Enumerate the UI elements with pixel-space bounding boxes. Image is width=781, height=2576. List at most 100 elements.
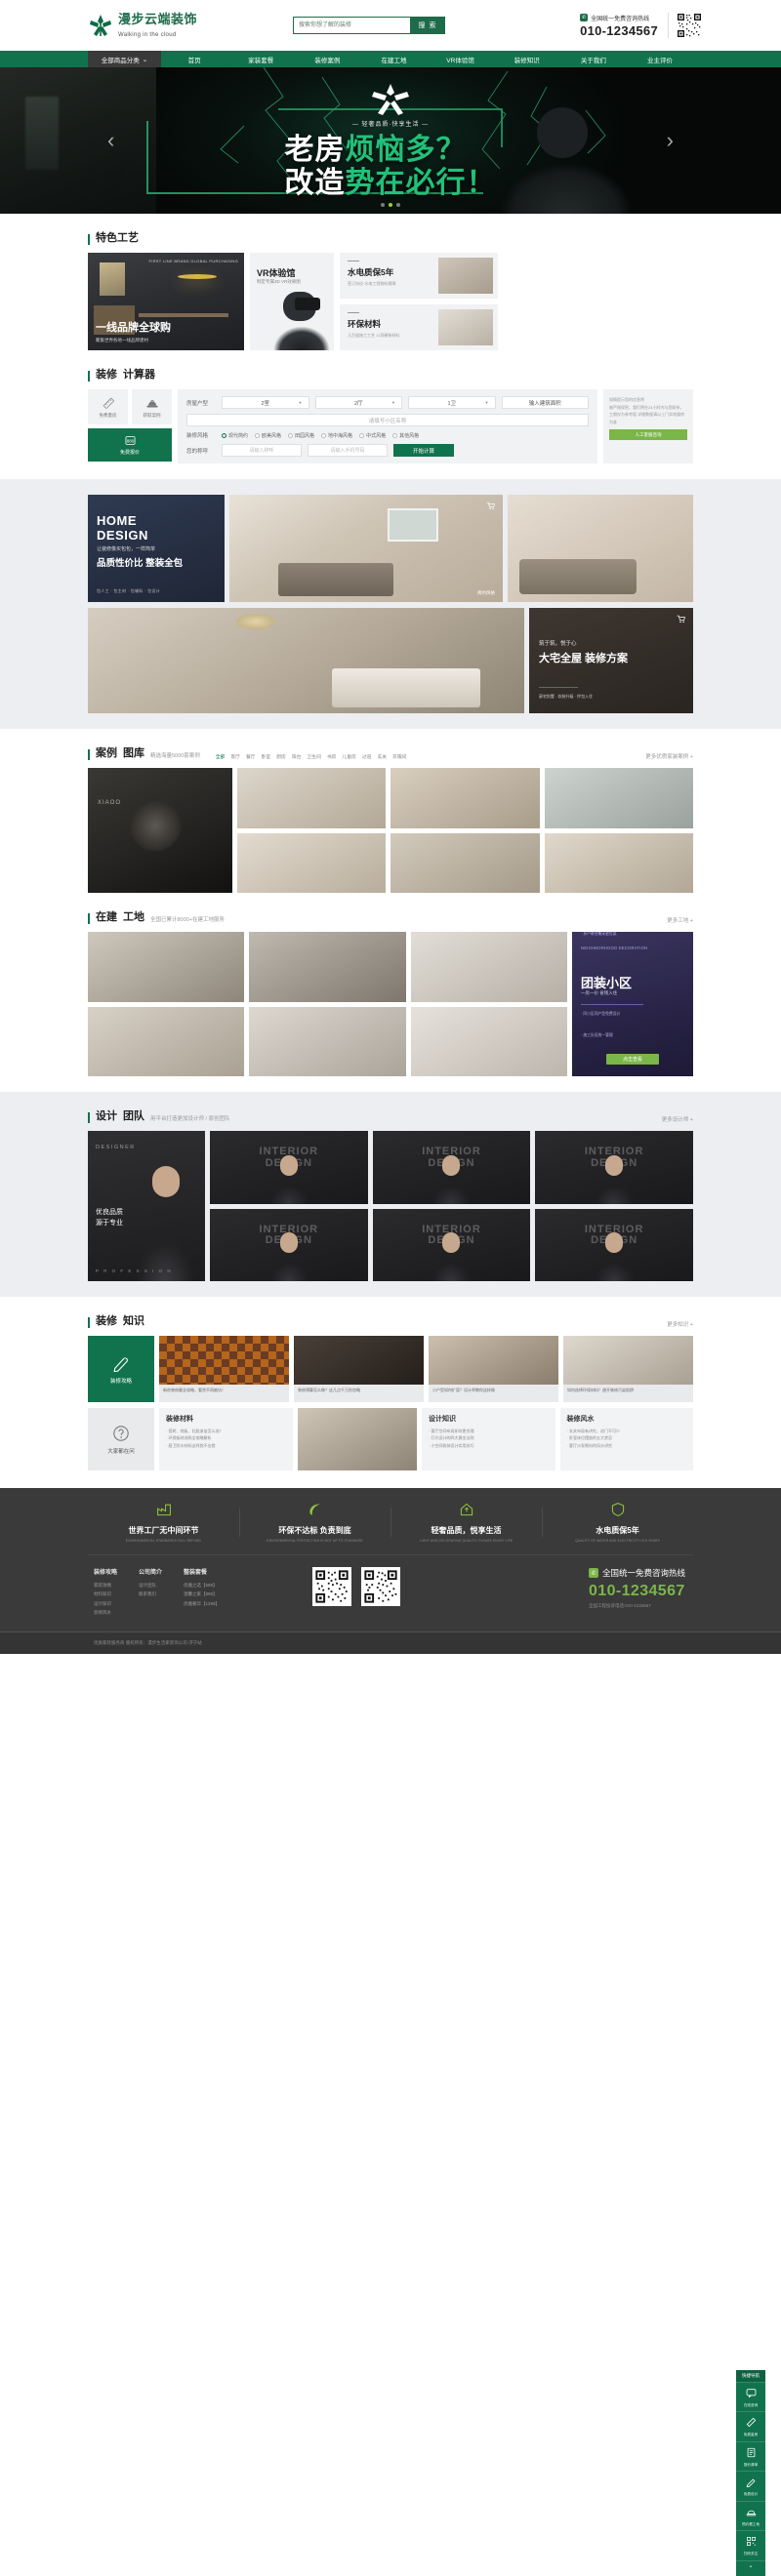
cases-tab-all[interactable]: 全部 [216,753,226,760]
bathroom-select[interactable]: 1卫 ▼ [408,396,496,409]
quick-nav-design[interactable]: 免费设计 [736,2471,765,2500]
case-thumb-1[interactable] [237,768,387,828]
cases-tab-hallway[interactable]: 过道 [362,753,372,760]
style-option-mediterranean[interactable]: 地中海风格 [321,432,352,439]
knowledge-card-4[interactable]: 如何选择环保材料？避开装修污染陷阱 [563,1336,693,1402]
footer-link-3c[interactable]: 优雅奢华【1299】 [184,1599,220,1608]
site-thumb-2[interactable] [249,932,406,1002]
quick-nav-chat[interactable]: 在线咨询 [736,2382,765,2411]
case-thumb-3[interactable] [544,768,693,828]
free-quote-button[interactable]: 880 免费报价 [88,428,172,462]
cases-tab-dining[interactable]: 餐厅 [246,753,256,760]
footer-link-1d[interactable]: 装修风水 [94,1608,117,1617]
case-thumb-6[interactable] [544,832,693,893]
style-option-pastoral[interactable]: 田园风格 [288,432,314,439]
search-box[interactable]: 搜 索 [293,17,445,34]
shopping-cart-icon[interactable] [486,502,495,510]
designer-card-5[interactable]: INTERIORDESIGN [372,1208,531,1281]
area-input[interactable]: 输入建筑面积 [501,396,589,409]
cases-tab-study[interactable]: 书房 [327,753,337,760]
group-decoration-ad[interactable]: NEIGHBORHOOD DECORATION 团装小区 一房一价 省钱入住 ·… [572,932,693,1076]
start-calculate-button[interactable]: 开始计算 [393,444,454,457]
shopping-cart-icon[interactable] [677,615,685,624]
footer-link-3b[interactable]: 温馨之家【899】 [184,1590,220,1598]
knowledge-strategy-button[interactable]: 装修攻略 [88,1336,154,1402]
footer-link-1c[interactable]: 设计知识 [94,1599,117,1608]
case-thumb-5[interactable] [390,832,540,893]
kn-col-line-2b[interactable]: · 灯光设计的四大黄金法则 [429,1434,549,1441]
site-thumb-1[interactable] [88,932,245,1002]
designers-more-link[interactable]: 更多设计师 + [662,1115,693,1123]
footer-link-2a[interactable]: 设计团队 [139,1581,162,1590]
back-to-top-button[interactable]: ⌃ [736,2559,765,2576]
designer-card-3[interactable]: INTERIORDESIGN [535,1131,693,1204]
craft-card-eco[interactable]: 环保材料 几百道施工工艺 11项硬装材料 [340,304,498,350]
style-option-modern[interactable]: 现代简约 [222,432,248,439]
knowledge-card-3[interactable]: 小户型如何扩容？设计师教你这样做 [429,1336,558,1402]
nav-all-categories[interactable]: 全部商品分类 ⌄ [88,51,161,67]
search-button[interactable]: 搜 索 [410,17,445,34]
banner-dot-2[interactable] [389,203,392,207]
nav-item-knowledge[interactable]: 装修知识 [494,51,560,67]
footer-link-2b[interactable]: 联系我们 [139,1590,162,1598]
site-logo[interactable]: 漫步云端装饰 Walking in the cloud [88,13,264,38]
cases-tab-bedroom[interactable]: 卧室 [262,753,271,760]
phone-input[interactable]: 请输入手机号码 [308,444,388,457]
name-input[interactable]: 请输入称呼 [222,444,302,457]
banner-prev-arrow[interactable]: ‹ [107,128,114,153]
nav-item-reviews[interactable]: 业主评价 [627,51,693,67]
cases-tab-bathroom[interactable]: 卫生间 [307,753,320,760]
nav-item-about[interactable]: 关于我们 [560,51,627,67]
knowledge-card-1[interactable]: 新房装修最全攻略，看完不再被坑！ [159,1336,289,1402]
kn-col-line-3c[interactable]: · 客厅沙发朝向的风水讲究 [567,1442,687,1449]
kn-col-line-3a[interactable]: · 玄关布局有讲究，进门不可少 [567,1428,687,1434]
design-photo-wide[interactable] [88,608,524,713]
banner-dot-1[interactable] [381,203,385,207]
kn-col-line-1a[interactable]: · 瓷砖、地板、乳胶漆该怎么选？ [166,1428,286,1434]
kn-col-line-1b[interactable]: · 环保板材选购全攻略解析 [166,1434,286,1441]
knowledge-more-link[interactable]: 更多知识 + [667,1320,693,1328]
banner-next-arrow[interactable]: › [667,128,674,153]
quick-nav-visit[interactable]: 预约看工地 [736,2500,765,2530]
search-input[interactable] [293,17,410,34]
case-thumb-4[interactable] [237,832,387,893]
nav-item-sites[interactable]: 在建工地 [360,51,427,67]
living-room-select[interactable]: 2厅 ▼ [314,396,402,409]
style-option-chinese[interactable]: 中式风格 [359,432,386,439]
kn-col-line-3b[interactable]: · 卧室床位摆放的五大禁忌 [567,1434,687,1441]
case-featured-image[interactable]: XIAOO [88,768,232,893]
banner-dot-3[interactable] [396,203,400,207]
knowledge-col-materials[interactable]: 装修材料 · 瓷砖、地板、乳胶漆该怎么选？ · 环保板材选购全攻略解析 · 厨卫… [159,1408,293,1470]
free-measure-button[interactable]: 免费量房 [88,389,128,424]
quick-nav-measure[interactable]: 免费量房 [736,2411,765,2440]
knowledge-col-design[interactable]: 设计知识 · 客厅空间布局如何更合理 · 灯光设计的四大黄金法则 · 小空间收纳… [422,1408,555,1470]
cases-tab-entry[interactable]: 玄关 [377,753,387,760]
sites-more-link[interactable]: 更多工地 + [667,916,693,924]
kn-col-line-2a[interactable]: · 客厅空间布局如何更合理 [429,1428,549,1434]
designer-hero-card[interactable]: DESIGNER 优良品质 源于专业 P R O F E S S I O N [88,1131,205,1281]
footer-link-3a[interactable]: 优雅之选【699】 [184,1581,220,1590]
site-thumb-3[interactable] [410,932,567,1002]
footer-link-1b[interactable]: 材料知识 [94,1590,117,1598]
quick-nav-quote[interactable]: 报价清单 [736,2440,765,2471]
nav-item-packages[interactable]: 家装套餐 [227,51,294,67]
knowledge-col-fengshui[interactable]: 装修风水 · 玄关布局有讲究，进门不可少 · 卧室床位摆放的五大禁忌 · 客厅沙… [559,1408,693,1470]
site-thumb-4[interactable] [88,1006,245,1076]
craft-card-vr[interactable]: VR体验馆 制定专属3D VR效果图 [250,253,334,350]
designer-card-4[interactable]: INTERIORDESIGN [210,1208,368,1281]
design-photo-mid[interactable]: 简约风格 [229,495,503,602]
knowledge-photo-1[interactable] [297,1408,417,1470]
design-photo-right[interactable] [508,495,693,602]
cases-tab-closet[interactable]: 衣帽间 [392,753,406,760]
group-ad-button[interactable]: 点击查看 [606,1054,659,1065]
designer-card-2[interactable]: INTERIORDESIGN [372,1131,531,1204]
cases-tab-kitchen[interactable]: 厨房 [276,753,286,760]
nav-item-home[interactable]: 首页 [161,51,227,67]
nav-item-cases[interactable]: 装修案例 [294,51,360,67]
case-thumb-2[interactable] [390,768,540,828]
manual-service-button[interactable]: 人工客服咨询 [609,429,687,441]
get-cases-button[interactable]: 获取案例 [132,389,172,424]
cases-tab-kids[interactable]: 儿童房 [342,753,355,760]
quick-nav-qr[interactable]: 扫码关注 [736,2530,765,2559]
cases-tab-living[interactable]: 客厅 [230,753,240,760]
